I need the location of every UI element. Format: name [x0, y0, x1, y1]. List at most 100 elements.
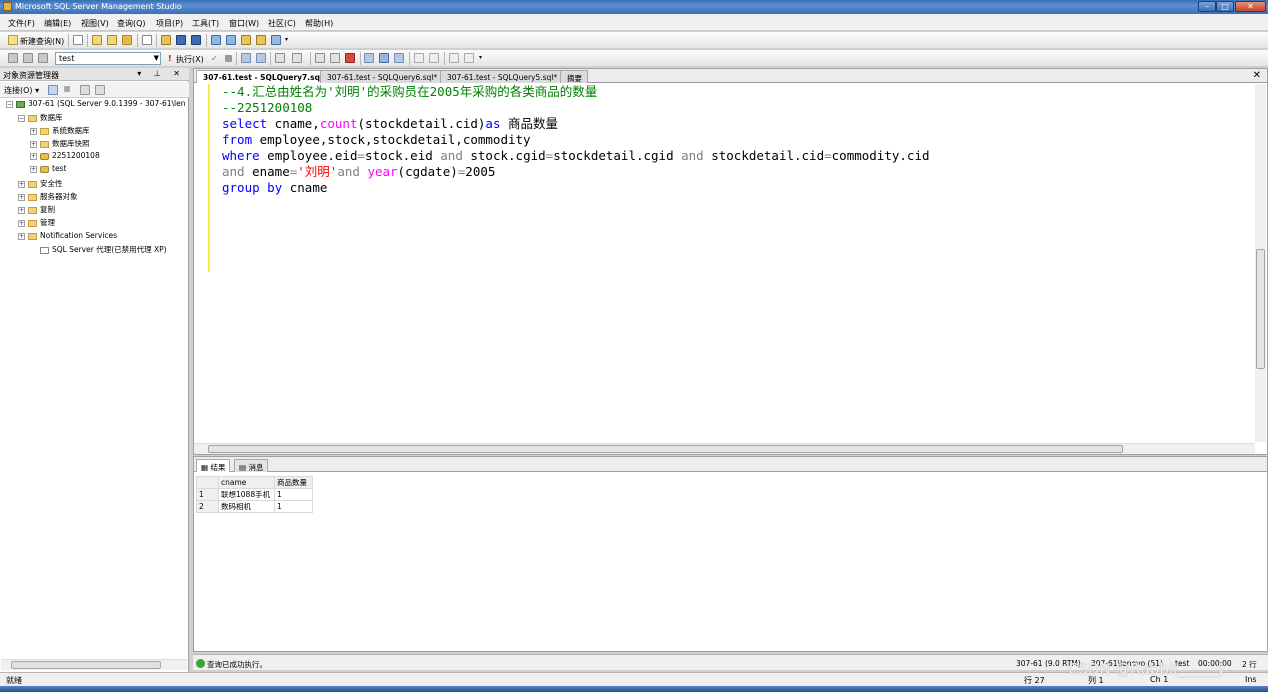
actual-plan-icon[interactable] [315, 53, 325, 63]
scrollbar-thumb[interactable] [208, 445, 1123, 453]
tree-node[interactable]: + 系统数据库 [30, 125, 90, 138]
expand-icon[interactable]: + [30, 152, 37, 160]
column-header[interactable]: 商品数量 [274, 476, 313, 489]
results-grid[interactable]: cname 商品数量 1 联想1088手机 1 2 数码相机 1 [196, 476, 313, 513]
menu-edit[interactable]: 编辑(E) [44, 18, 71, 29]
db-engine-query-icon[interactable] [92, 35, 102, 45]
object-explorer-scrollbar[interactable] [1, 659, 187, 670]
grid-cell[interactable]: 1 [274, 488, 313, 501]
results-to-text-icon[interactable] [345, 53, 355, 63]
expand-icon[interactable]: + [18, 206, 25, 214]
grid-cell[interactable]: 1 [274, 500, 313, 513]
tree-node[interactable]: SQL Server 代理(已禁用代理 XP) [30, 244, 167, 257]
tree-node[interactable]: + 管理 [18, 217, 55, 230]
results-to-file-icon[interactable] [379, 53, 389, 63]
sql-code[interactable]: --4.汇总由姓名为'刘明'的采购员在2005年采购的各类商品的数量 --225… [222, 84, 1252, 196]
expand-icon[interactable]: + [18, 232, 25, 240]
tree-node[interactable]: + 复制 [18, 204, 55, 217]
collapse-icon[interactable]: − [6, 100, 13, 108]
column-header[interactable]: cname [218, 476, 275, 489]
menu-help[interactable]: 帮助(H) [305, 18, 333, 29]
client-stats-icon[interactable] [330, 53, 340, 63]
results-pane-icon[interactable] [394, 53, 404, 63]
expand-icon[interactable]: + [30, 127, 37, 135]
filter-icon[interactable] [95, 85, 105, 95]
close-button[interactable]: ✕ [1235, 1, 1266, 12]
query-designer-icon[interactable] [256, 53, 266, 63]
expand-icon[interactable]: + [30, 140, 37, 148]
tree-node[interactable]: +2251200108 [30, 151, 100, 164]
menu-project[interactable]: 项目(P) [156, 18, 183, 29]
disconnect-icon[interactable] [23, 53, 33, 63]
mdx-query-icon[interactable] [122, 35, 132, 45]
collapse-icon[interactable]: − [18, 114, 25, 122]
decrease-indent-icon[interactable] [449, 53, 459, 63]
properties-icon[interactable] [256, 35, 266, 45]
expand-icon[interactable]: + [18, 219, 25, 227]
estimated-plan-icon[interactable] [241, 53, 251, 63]
toolbar-overflow-icon[interactable]: ▾ [479, 54, 482, 61]
minimize-button[interactable]: – [1198, 1, 1216, 12]
template-explorer-icon[interactable] [241, 35, 251, 45]
menu-view[interactable]: 视图(V) [81, 18, 109, 29]
comment-icon[interactable] [414, 53, 424, 63]
xml-query-icon[interactable] [142, 35, 152, 45]
tree-node[interactable]: + test [30, 164, 66, 177]
grid-cell[interactable]: 数码相机 [218, 500, 275, 513]
uncomment-icon[interactable] [429, 53, 439, 63]
stop-icon[interactable] [64, 86, 70, 92]
expand-icon[interactable]: + [30, 165, 37, 173]
scrollbar-thumb[interactable] [11, 661, 161, 669]
refresh-icon[interactable] [80, 85, 90, 95]
connect-dropdown[interactable]: 连接(O) ▾ [4, 85, 39, 96]
increase-indent-icon[interactable] [464, 53, 474, 63]
tree-node[interactable]: − 数据库 [18, 112, 63, 125]
editor-horizontal-scrollbar[interactable] [194, 443, 1255, 454]
connect-icon[interactable] [8, 53, 18, 63]
new-query-button[interactable]: 新建查询(N) [20, 36, 64, 47]
tree-node[interactable]: − 307-61 (SQL Server 9.0.1399 - 307-61\le… [6, 99, 186, 112]
toolbar-overflow-icon[interactable]: ▾ [285, 36, 288, 43]
change-connection-icon[interactable] [38, 53, 48, 63]
registered-servers-icon[interactable] [211, 35, 221, 45]
tab-sqlquery6[interactable]: 307-61.test - SQLQuery6.sql* [320, 70, 444, 83]
save-all-icon[interactable] [191, 35, 201, 45]
tree-node[interactable]: + 安全性 [18, 178, 63, 191]
tab-summary[interactable]: 摘要 [560, 70, 588, 83]
open-folder-icon[interactable] [161, 35, 171, 45]
grid-cell[interactable]: 联想1088手机 [218, 488, 275, 501]
tree-node[interactable]: + Notification Services [18, 231, 117, 244]
database-select[interactable]: test ▼ [55, 52, 161, 65]
tab-results[interactable]: ▦ 结果 [196, 459, 231, 472]
cancel-query-icon[interactable] [225, 55, 232, 62]
specify-values-icon[interactable] [275, 53, 285, 63]
execute-button[interactable]: 执行(X) [176, 54, 204, 65]
editor-vertical-scrollbar[interactable] [1255, 84, 1266, 442]
tree-node[interactable]: + 服务器对象 [18, 191, 78, 204]
menu-window[interactable]: 窗口(W) [229, 18, 259, 29]
scrollbar-thumb[interactable] [1256, 249, 1265, 369]
menu-tools[interactable]: 工具(T) [192, 18, 219, 29]
close-document-icon[interactable]: ✕ [1253, 70, 1261, 81]
panel-pin-close-icons[interactable]: ▾ ⊥ ✕ [137, 69, 185, 78]
results-to-grid-icon[interactable] [364, 53, 374, 63]
table-row[interactable]: 1 联想1088手机 1 [196, 488, 313, 501]
maximize-button[interactable]: □ [1216, 1, 1234, 12]
menu-community[interactable]: 社区(C) [268, 18, 296, 29]
tree-node[interactable]: + 数据库快照 [30, 138, 90, 151]
new-file-icon[interactable] [73, 35, 83, 45]
object-explorer-icon[interactable] [226, 35, 236, 45]
analysis-query-icon[interactable] [107, 35, 117, 45]
tab-sqlquery7[interactable]: 307-61.test - SQLQuery7.sql* [196, 70, 333, 83]
disconnect-icon[interactable] [48, 85, 58, 95]
expand-icon[interactable]: + [18, 193, 25, 201]
intellisense-icon[interactable] [292, 53, 302, 63]
table-row[interactable]: 2 数码相机 1 [196, 500, 313, 513]
expand-icon[interactable]: + [18, 180, 25, 188]
tab-messages[interactable]: ▤ 消息 [234, 459, 269, 472]
menu-file[interactable]: 文件(F) [8, 18, 35, 29]
menu-query[interactable]: 查询(Q) [117, 18, 146, 29]
save-icon[interactable] [176, 35, 186, 45]
parse-check-icon[interactable]: ✓ [211, 54, 218, 63]
tab-sqlquery5[interactable]: 307-61.test - SQLQuery5.sql* [440, 70, 564, 83]
